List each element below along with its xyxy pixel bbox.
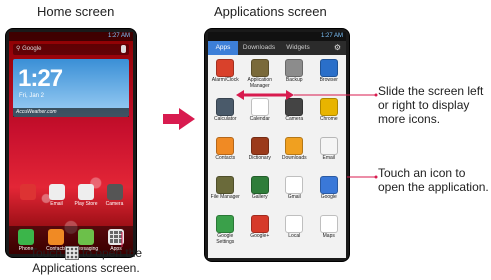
callout-lines	[121, 90, 378, 247]
apps-button-caption: Touch to open the Applications screen.	[3, 246, 169, 276]
touch-icon-callout-text: Touch an icon to open the application.	[378, 166, 489, 194]
apps-grid-icon	[64, 246, 79, 260]
swipe-double-arrow-icon	[236, 90, 294, 100]
slide-callout-text: Slide the screen left or right to displa…	[378, 84, 484, 126]
caption-before: Touch	[29, 246, 62, 260]
